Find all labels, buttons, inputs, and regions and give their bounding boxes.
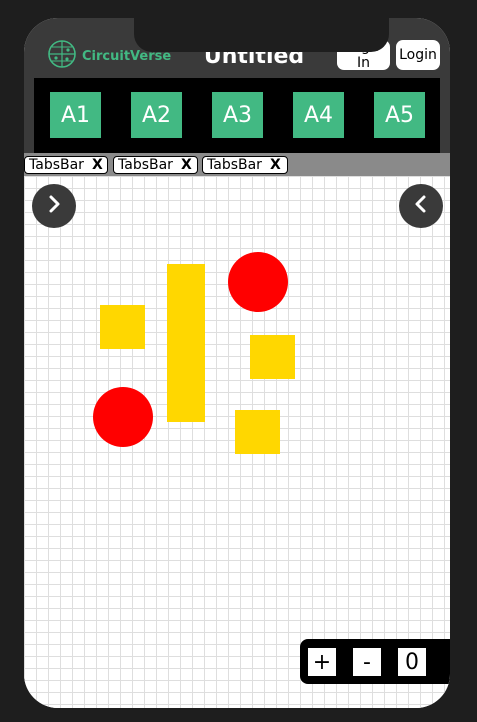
- toolbar-button-a5[interactable]: A5: [374, 92, 425, 138]
- tab-close-button[interactable]: X: [181, 157, 192, 173]
- circuit-element-bar[interactable]: [167, 264, 205, 422]
- device-notch: [134, 18, 389, 52]
- zoom-controls: + - 0: [300, 639, 450, 684]
- login-button[interactable]: Login: [396, 40, 440, 70]
- open-panel-button[interactable]: [32, 184, 76, 228]
- tab-item[interactable]: TabsBar X: [202, 156, 288, 174]
- circuit-globe-icon: [46, 38, 78, 75]
- tab-label: TabsBar: [118, 157, 173, 173]
- circuit-element-square[interactable]: [250, 335, 295, 379]
- circuit-element-square[interactable]: [100, 305, 145, 349]
- app-frame: CircuitVerse Untitled Sign In Login A1 A…: [24, 18, 450, 708]
- zoom-out-button[interactable]: -: [353, 648, 381, 676]
- close-panel-button[interactable]: [399, 184, 443, 228]
- tab-label: TabsBar: [207, 157, 262, 173]
- element-toolbar: A1 A2 A3 A4 A5: [24, 78, 450, 153]
- tabs-bar: TabsBar X TabsBar X TabsBar X: [24, 153, 450, 176]
- tab-item[interactable]: TabsBar X: [24, 156, 108, 174]
- toolbar-button-a1[interactable]: A1: [50, 92, 101, 138]
- chevron-right-icon: [44, 194, 64, 219]
- chevron-left-icon: [411, 194, 431, 219]
- toolbar-button-a2[interactable]: A2: [131, 92, 182, 138]
- zoom-in-button[interactable]: +: [308, 648, 336, 676]
- circuit-element-square[interactable]: [235, 410, 280, 454]
- circuit-element-circle[interactable]: [93, 387, 153, 447]
- toolbar-panel: A1 A2 A3 A4 A5: [34, 78, 440, 153]
- tab-item[interactable]: TabsBar X: [113, 156, 198, 174]
- circuit-element-circle[interactable]: [228, 252, 288, 312]
- zoom-level: 0: [398, 648, 426, 676]
- toolbar-button-a4[interactable]: A4: [293, 92, 344, 138]
- tab-close-button[interactable]: X: [92, 157, 103, 173]
- tab-label: TabsBar: [29, 157, 84, 173]
- simulation-canvas[interactable]: [24, 176, 450, 708]
- tab-close-button[interactable]: X: [270, 157, 281, 173]
- toolbar-button-a3[interactable]: A3: [212, 92, 263, 138]
